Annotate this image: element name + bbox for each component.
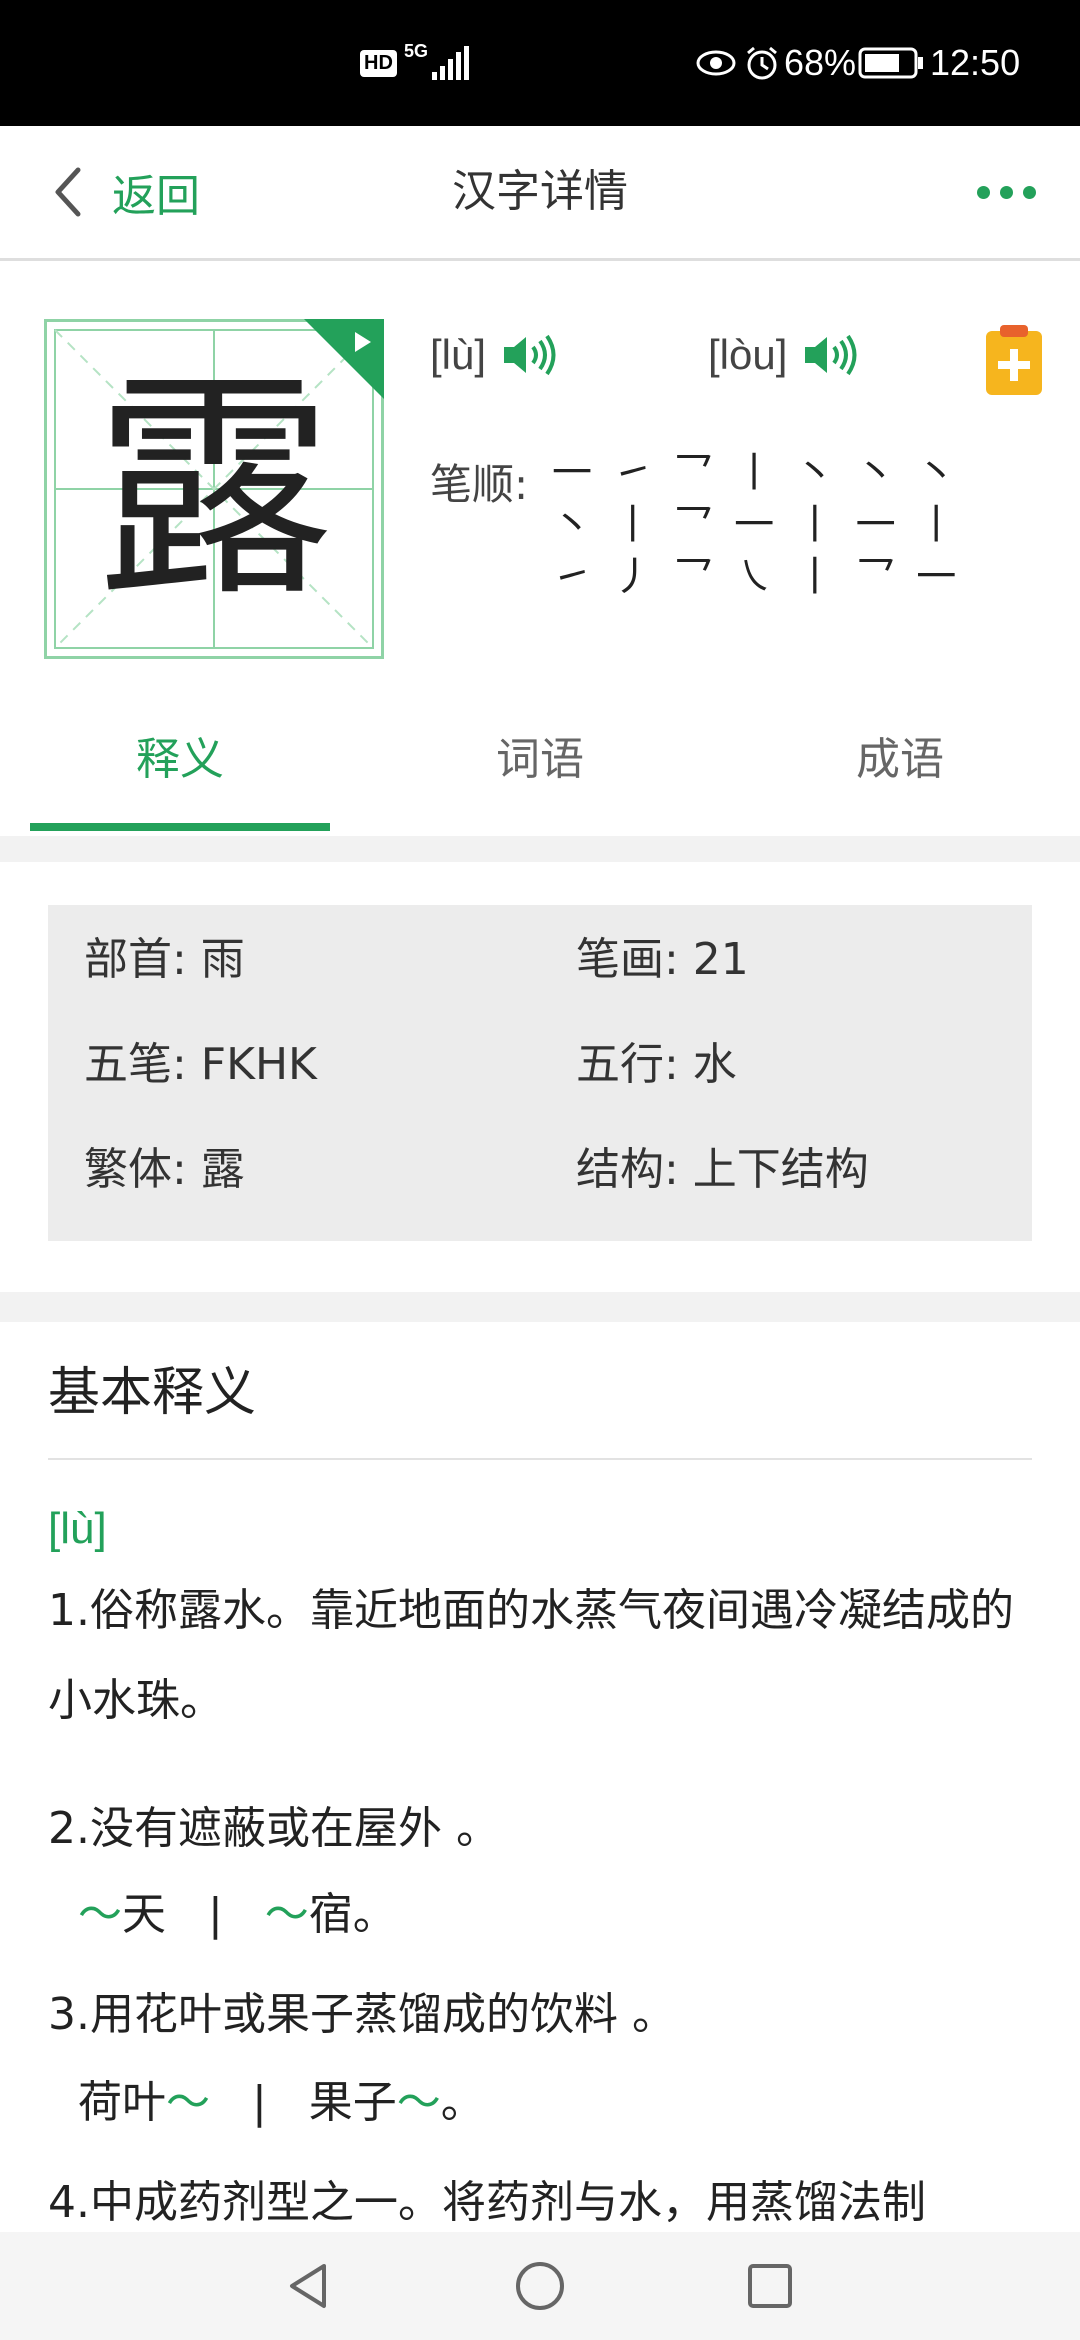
definition-item-2: 2.没有遮蔽或在屋外 。 <box>48 1803 500 1854</box>
page-title: 汉字详情 <box>452 166 628 217</box>
status-bar: HD 5G 68% 12:50 <box>0 0 1080 126</box>
add-to-notebook-button[interactable] <box>986 323 1042 395</box>
active-tab-indicator <box>30 823 330 831</box>
info-radical: 部首: 雨 <box>84 934 245 985</box>
nav-recent-icon[interactable] <box>738 2254 802 2318</box>
clock: 12:50 <box>930 42 1021 83</box>
info-structure: 结构: 上下结构 <box>576 1144 869 1195</box>
definition-2-examples: ～天 | ～宿。 <box>78 1889 397 1940</box>
speaker-icon <box>805 334 857 376</box>
pronunciation-2[interactable]: [lòu] <box>708 319 861 391</box>
section-title: 基本释义 <box>48 1363 257 1423</box>
clipboard-add-icon <box>986 325 1042 395</box>
signal-5g: 5G <box>404 0 470 126</box>
pinyin-label: [lù] <box>430 331 487 378</box>
basic-definitions-section: 基本释义 [lù] 1.俗称露水。靠近地面的水蒸气夜间遇冷凝结成的小水珠。 2.… <box>0 1322 1080 2232</box>
tab-definitions[interactable]: 释义 <box>0 687 360 833</box>
more-dots-icon <box>977 185 1036 199</box>
character-grid[interactable]: 露 <box>44 319 384 659</box>
signal-icon <box>432 46 470 80</box>
hd-icon: HD <box>360 49 397 77</box>
eye-icon <box>696 0 736 126</box>
info-grid: 部首: 雨 笔画: 21 五笔: FKHK 五行: 水 繁体: 露 结构: 上下… <box>48 905 1032 1241</box>
character-panel: 露 [lù] [lòu] 笔顺: 一 ㇀ 乛 丨 丶 丶 丶 丶 丨 乛 一 丨 <box>0 261 1080 836</box>
info-wubi: 五笔: FKHK <box>84 1039 317 1090</box>
pronunciation-1[interactable]: [lù] <box>430 319 560 391</box>
app-header: 返回 汉字详情 <box>0 126 1080 261</box>
divider <box>48 1458 1032 1460</box>
info-stroke-count: 笔画: 21 <box>576 934 749 985</box>
play-stroke-button[interactable] <box>304 319 384 399</box>
info-traditional: 繁体: 露 <box>84 1144 245 1195</box>
alarm-icon <box>744 0 780 126</box>
definition-pinyin: [lù] <box>48 1504 107 1553</box>
pinyin-label: [lòu] <box>708 331 788 378</box>
battery-icon <box>858 0 924 126</box>
example-2: ～宿。 <box>264 1889 397 1940</box>
nav-home-icon[interactable] <box>508 2254 572 2318</box>
stroke-order-sequence: 一 ㇀ 乛 丨 丶 丶 丶 丶 丨 乛 一 丨 一 丨 ㇀ 丿 乛 ㇏ 丨 乛 … <box>552 450 961 600</box>
5g-label: 5G <box>404 40 429 61</box>
tab-idioms[interactable]: 成语 <box>720 687 1080 833</box>
example-1: 荷叶～ <box>78 2077 210 2128</box>
tab-bar: 释义 词语 成语 <box>0 687 1080 833</box>
play-icon <box>355 332 371 352</box>
definition-3-examples: 荷叶～ | 果子～。 <box>78 2077 485 2128</box>
definition-item-3: 3.用花叶或果子蒸馏成的饮料 。 <box>48 1989 676 2040</box>
nav-back-icon[interactable] <box>276 2254 340 2318</box>
system-navigation-bar <box>0 2232 1080 2340</box>
battery-percent: 68% <box>784 42 857 83</box>
stroke-order-label: 笔顺: <box>430 460 529 509</box>
hd-indicator: HD <box>360 0 397 126</box>
definition-item-1: 1.俗称露水。靠近地面的水蒸气夜间遇冷凝结成的小水珠。 <box>48 1585 1014 1726</box>
tab-words[interactable]: 词语 <box>360 687 720 833</box>
example-2: 果子～。 <box>308 2077 485 2128</box>
speaker-icon <box>504 334 556 376</box>
info-wuxing: 五行: 水 <box>576 1039 737 1090</box>
more-options-button[interactable] <box>977 126 1036 258</box>
character-info-card: 部首: 雨 笔画: 21 五笔: FKHK 五行: 水 繁体: 露 结构: 上下… <box>0 862 1080 1292</box>
definition-item-4: 4.中成药剂型之一。将药剂与水，用蒸馏法制 <box>48 2177 926 2228</box>
example-1: ～天 <box>78 1889 166 1940</box>
